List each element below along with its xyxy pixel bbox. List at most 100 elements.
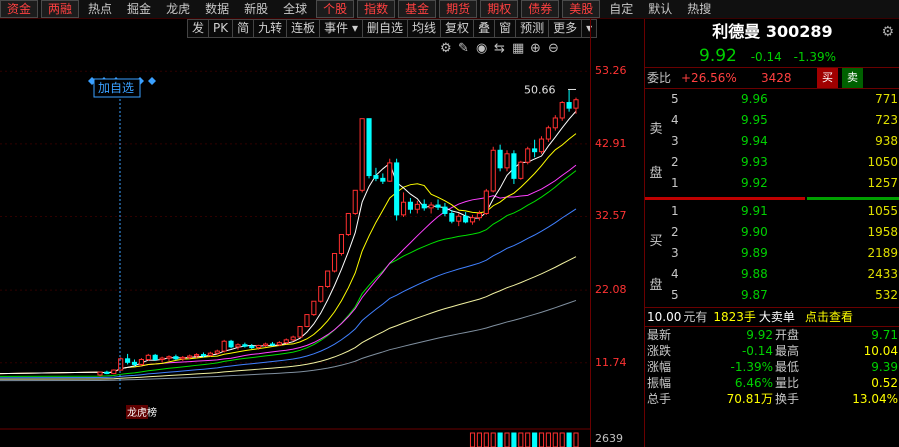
toolbar-item-11[interactable]: 预测 bbox=[516, 20, 550, 37]
level: 1 bbox=[671, 176, 679, 190]
stat-value: 9.92 bbox=[746, 328, 773, 342]
sell-level-row[interactable]: 1 9.92 1257 bbox=[645, 173, 899, 194]
nav-9[interactable]: 指数 bbox=[357, 0, 396, 18]
buy-level-row[interactable]: 5 9.87 532 bbox=[645, 285, 899, 306]
nav-0[interactable]: 资金 bbox=[0, 0, 39, 18]
volume-bar bbox=[573, 432, 579, 447]
stat-label: 最高 bbox=[775, 344, 800, 358]
price-axis: 53.26 42.91 32.57 22.08 11.74 2639 bbox=[590, 19, 645, 447]
toolbar-item-10[interactable]: 窗 bbox=[495, 20, 517, 37]
nav-5[interactable]: 数据 bbox=[199, 1, 235, 17]
level: 4 bbox=[671, 267, 679, 281]
candle-body bbox=[373, 175, 379, 179]
nav-1[interactable]: 两融 bbox=[41, 0, 80, 18]
nav-14[interactable]: 美股 bbox=[562, 0, 601, 18]
nav-15[interactable]: 自定 bbox=[603, 1, 639, 17]
big-order-view-link[interactable]: 点击查看 bbox=[805, 308, 853, 326]
nav-4[interactable]: 龙虎 bbox=[160, 1, 196, 17]
nav-17[interactable]: 热搜 bbox=[681, 1, 717, 17]
candle-body bbox=[145, 354, 151, 361]
volume-bar bbox=[525, 432, 531, 447]
kline-chart-area[interactable]: 50.66 加自选 龙虎榜 ⚙ ✎ ◉ ⇆ ▦ ⊕ ⊖ 发 PK 简九转 连板 事件 ▾ 删自选 均线 复权叠窗… bbox=[0, 19, 644, 447]
nav-2[interactable]: 热点 bbox=[82, 1, 118, 17]
candle-body bbox=[421, 203, 427, 209]
sell-button[interactable]: 卖 bbox=[842, 68, 863, 88]
top-navigation: 资金 两融 热点 掘金 龙虎 数据 新股 全球 个股 指数 基金 期货 期权 债券 美股 自定 默认 热搜 bbox=[0, 0, 899, 19]
toolbar-item-7[interactable]: 均线 bbox=[408, 20, 442, 37]
candle-body bbox=[131, 361, 138, 365]
stat-row: 涨跌 -0.14 最高 10.04 bbox=[645, 343, 899, 359]
stat-value: 9.39 bbox=[871, 360, 898, 374]
big-order-price: 10.00 bbox=[647, 310, 682, 324]
candle-body bbox=[400, 201, 407, 216]
volume-tick: 2639 bbox=[595, 432, 623, 445]
candle-body bbox=[290, 336, 296, 341]
nav-6[interactable]: 新股 bbox=[238, 1, 274, 17]
stat-row: 涨幅 -1.39% 最低 9.39 bbox=[645, 359, 899, 375]
stat-value: -0.14 bbox=[741, 344, 773, 358]
level-price: 9.94 bbox=[741, 134, 768, 148]
nav-11[interactable]: 期货 bbox=[439, 0, 478, 18]
buy-level-row[interactable]: 2 9.90 1958 bbox=[645, 222, 899, 243]
level: 2 bbox=[671, 155, 679, 169]
ma10-line bbox=[0, 133, 577, 375]
toolbar-item-9[interactable]: 叠 bbox=[474, 20, 496, 37]
ma120-line bbox=[0, 256, 577, 380]
stock-code: 300289 bbox=[765, 22, 833, 41]
toolbar-item-4[interactable]: 连板 bbox=[287, 20, 321, 37]
stat-row: 最新 9.92 开盘 9.71 bbox=[645, 327, 899, 343]
volume-bar bbox=[545, 432, 551, 447]
price-line: 9.92 -0.14 -1.39% bbox=[645, 45, 899, 68]
candle-body bbox=[276, 342, 282, 346]
candle-body bbox=[118, 358, 124, 371]
nav-10[interactable]: 基金 bbox=[398, 0, 437, 18]
volume-bar bbox=[518, 432, 524, 447]
candle-body bbox=[380, 177, 386, 182]
high-marker-label: 50.66 bbox=[524, 83, 556, 96]
level-volume: 2189 bbox=[867, 246, 898, 260]
stat-label: 总手 bbox=[647, 392, 672, 406]
gear-icon[interactable]: ⚙ bbox=[881, 19, 894, 45]
sell-level-row[interactable]: 5 9.96 771 bbox=[645, 89, 899, 110]
candle-body bbox=[214, 350, 220, 354]
compare-icon: ⇆ bbox=[494, 41, 505, 56]
toolbar-item-12[interactable]: 更多 bbox=[549, 20, 583, 37]
sell-level-row[interactable]: 2 9.93 1050 bbox=[645, 152, 899, 173]
candle-body bbox=[566, 102, 572, 109]
candle-body bbox=[262, 343, 269, 346]
candle-body bbox=[497, 149, 503, 169]
candle-body bbox=[511, 153, 517, 179]
level-price: 9.90 bbox=[741, 225, 768, 239]
nav-3[interactable]: 掘金 bbox=[121, 1, 157, 17]
nav-12[interactable]: 期权 bbox=[480, 0, 519, 18]
buy-level-row[interactable]: 3 9.89 2189 bbox=[645, 243, 899, 264]
level: 2 bbox=[671, 225, 679, 239]
candle-body bbox=[269, 343, 276, 346]
toolbar-item-8[interactable]: 复权 bbox=[441, 20, 475, 37]
toolbar-item-5[interactable]: 事件 ▾ bbox=[320, 20, 364, 37]
sell-level-row[interactable]: 3 9.94 938 bbox=[645, 131, 899, 152]
buy-level-row[interactable]: 1 9.91 1055 bbox=[645, 201, 899, 222]
candle-body bbox=[573, 99, 579, 109]
level-volume: 771 bbox=[875, 92, 898, 106]
nav-13[interactable]: 债券 bbox=[521, 0, 560, 18]
candle-body bbox=[180, 356, 186, 360]
kline-chart[interactable]: 50.66 加自选龙虎榜 ⚙ ✎ ◉ ⇆ ▦ ⊕ ⊖ bbox=[0, 19, 590, 447]
toolbar-item-6[interactable]: 删自选 bbox=[363, 20, 409, 37]
big-order-bar[interactable]: 10.00 元有 1823手 大卖单 点击查看 bbox=[645, 307, 899, 327]
ma5-line bbox=[0, 110, 577, 375]
stat-value: 0.52 bbox=[871, 376, 898, 390]
toolbar-item-3[interactable]: 九转 bbox=[254, 20, 288, 37]
buy-book: 买盘 1 9.91 1055 2 9.90 1958 3 9.89 2189 4 9.88 2433 5… bbox=[645, 201, 899, 307]
nav-8[interactable]: 个股 bbox=[316, 0, 355, 18]
toolbar-item-1[interactable]: PK bbox=[209, 20, 234, 37]
volume-bar bbox=[532, 432, 538, 447]
buy-level-row[interactable]: 4 9.88 2433 bbox=[645, 264, 899, 285]
level-price: 9.95 bbox=[741, 113, 768, 127]
nav-7[interactable]: 全球 bbox=[277, 1, 313, 17]
nav-16[interactable]: 默认 bbox=[642, 1, 678, 17]
buy-button[interactable]: 买 bbox=[817, 68, 838, 88]
sell-level-row[interactable]: 4 9.95 723 bbox=[645, 110, 899, 131]
toolbar-item-2[interactable]: 简 bbox=[233, 20, 255, 37]
toolbar-item-0[interactable]: 发 bbox=[188, 20, 210, 37]
